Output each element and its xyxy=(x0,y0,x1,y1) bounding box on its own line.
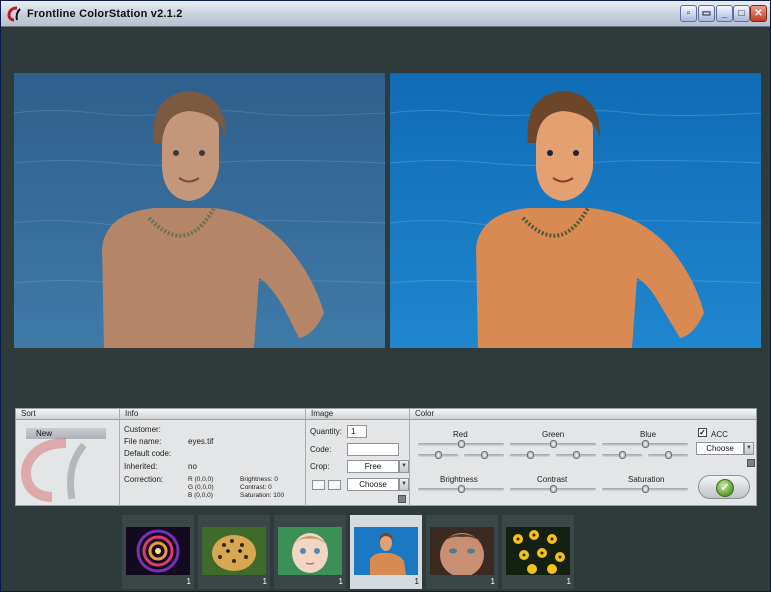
red-low-slider[interactable] xyxy=(418,451,458,459)
image-header: Image xyxy=(306,409,410,420)
app-window: Frontline ColorStation v2.1.2 ▫ ▭ _ □ ✕ xyxy=(0,0,771,592)
red-slider[interactable] xyxy=(418,440,504,448)
green-slider[interactable] xyxy=(510,440,596,448)
correction-g: G (0,0,0) xyxy=(188,484,214,491)
blue-high-slider[interactable] xyxy=(648,451,688,459)
fit-icon[interactable] xyxy=(312,480,325,490)
correction-contrast: Contrast: 0 xyxy=(240,484,272,491)
thumbnail-image xyxy=(126,527,190,575)
filename-label: File name: xyxy=(124,437,162,446)
save-icon[interactable] xyxy=(398,495,406,503)
brightness-slider[interactable] xyxy=(418,485,504,493)
green-low-slider[interactable] xyxy=(510,451,550,459)
blue-label: Blue xyxy=(640,430,657,439)
thumbnail-baby[interactable]: 1 xyxy=(274,515,346,589)
colorstation-watermark-icon xyxy=(20,438,87,502)
quantity-label: Quantity: xyxy=(310,427,343,436)
crop-select-value: Free xyxy=(364,462,382,471)
control-panel: Sort Info Image Color New Customer: File… xyxy=(15,408,757,506)
saturation-label: Saturation xyxy=(628,475,665,484)
red-label: Red xyxy=(453,430,468,439)
minimize-button[interactable]: _ xyxy=(716,5,733,22)
thumbnail-image xyxy=(430,527,494,575)
blue-slider[interactable] xyxy=(602,440,688,448)
contrast-label: Contrast xyxy=(537,475,568,484)
chevron-down-icon[interactable]: ▼ xyxy=(744,442,754,455)
correction-brightness: Brightness: 0 xyxy=(240,476,278,483)
green-label: Green xyxy=(542,430,565,439)
acc-label: ACC xyxy=(711,430,728,439)
thumbnail-image xyxy=(354,527,418,575)
minimize-icon: _ xyxy=(721,8,728,19)
blue-low-slider[interactable] xyxy=(602,451,642,459)
brightness-label: Brightness xyxy=(440,475,478,484)
divider xyxy=(119,409,120,506)
divider xyxy=(305,409,306,506)
panel-icon: ▫ xyxy=(686,8,691,19)
chevron-down-icon[interactable]: ▼ xyxy=(399,478,409,491)
thumbnail-leopard[interactable]: 1 xyxy=(198,515,270,589)
thumbnail-count: 1 xyxy=(186,577,191,586)
contrast-slider[interactable] xyxy=(510,485,596,493)
saturation-slider[interactable] xyxy=(602,485,688,493)
save-icon[interactable] xyxy=(747,459,755,467)
window-title: Frontline ColorStation v2.1.2 xyxy=(27,8,183,20)
thumbnail-count: 1 xyxy=(338,577,343,586)
color-choose-select[interactable]: Choose ▼ xyxy=(696,442,754,455)
thumbnail-count: 1 xyxy=(566,577,571,586)
divider xyxy=(409,409,410,506)
thumbnail-spiral[interactable]: 1 xyxy=(122,515,194,589)
correction-r: R (0,0,0) xyxy=(188,476,214,483)
window-extra-button-1[interactable]: ▫ xyxy=(680,5,697,22)
acc-checkbox[interactable]: ✓ xyxy=(698,428,707,437)
title-bar[interactable]: Frontline ColorStation v2.1.2 ▫ ▭ _ □ ✕ xyxy=(1,1,770,27)
layout-icon: ▭ xyxy=(701,8,712,19)
thumbnail-count: 1 xyxy=(490,577,495,586)
thumbnail-boy-in-water[interactable]: 1 xyxy=(350,515,422,589)
checkmark-icon: ✓ xyxy=(716,479,734,497)
app-logo-icon xyxy=(7,6,21,22)
red-high-slider[interactable] xyxy=(464,451,504,459)
thumbnail-image xyxy=(506,527,570,575)
crop-label: Crop: xyxy=(310,462,330,471)
thumbnail-image xyxy=(278,527,342,575)
maximize-button[interactable]: □ xyxy=(733,5,750,22)
inherited-value: no xyxy=(188,462,197,471)
customer-label: Customer: xyxy=(124,425,161,434)
chevron-down-icon[interactable]: ▼ xyxy=(399,460,409,473)
sort-header: Sort xyxy=(16,409,120,420)
filename-value: eyes.tif xyxy=(188,437,214,446)
window-extra-button-2[interactable]: ▭ xyxy=(698,5,715,22)
thumbnail-count: 1 xyxy=(414,577,419,586)
green-high-slider[interactable] xyxy=(556,451,596,459)
inherited-label: Inherited: xyxy=(124,462,158,471)
color-choose-value: Choose xyxy=(706,444,734,453)
thumbnail-yellow-flowers[interactable]: 1 xyxy=(502,515,574,589)
color-header: Color xyxy=(410,409,756,420)
crop-select[interactable]: Free ▼ xyxy=(347,460,409,473)
thumbnail-image xyxy=(202,527,266,575)
default-code-label: Default code: xyxy=(124,449,172,458)
thumbnail-count: 1 xyxy=(262,577,267,586)
thumbnail-girl-face[interactable]: 1 xyxy=(426,515,498,589)
quantity-input[interactable]: 1 xyxy=(347,425,367,438)
rotate-icon[interactable] xyxy=(328,480,341,490)
correction-saturation: Saturation: 100 xyxy=(240,492,285,499)
image-choose-value: Choose xyxy=(359,480,387,489)
code-label: Code: xyxy=(310,445,332,454)
correction-label: Correction: xyxy=(124,475,164,484)
maximize-icon: □ xyxy=(738,8,745,19)
info-header: Info xyxy=(120,409,306,420)
image-choose-select[interactable]: Choose ▼ xyxy=(347,478,409,491)
correction-b: B (0,0,0) xyxy=(188,492,213,499)
close-icon: ✕ xyxy=(754,8,763,19)
close-button[interactable]: ✕ xyxy=(750,5,767,22)
apply-button[interactable]: ✓ xyxy=(698,475,750,499)
code-input[interactable] xyxy=(347,443,399,456)
after-image[interactable] xyxy=(390,73,761,348)
before-image[interactable] xyxy=(14,73,385,348)
